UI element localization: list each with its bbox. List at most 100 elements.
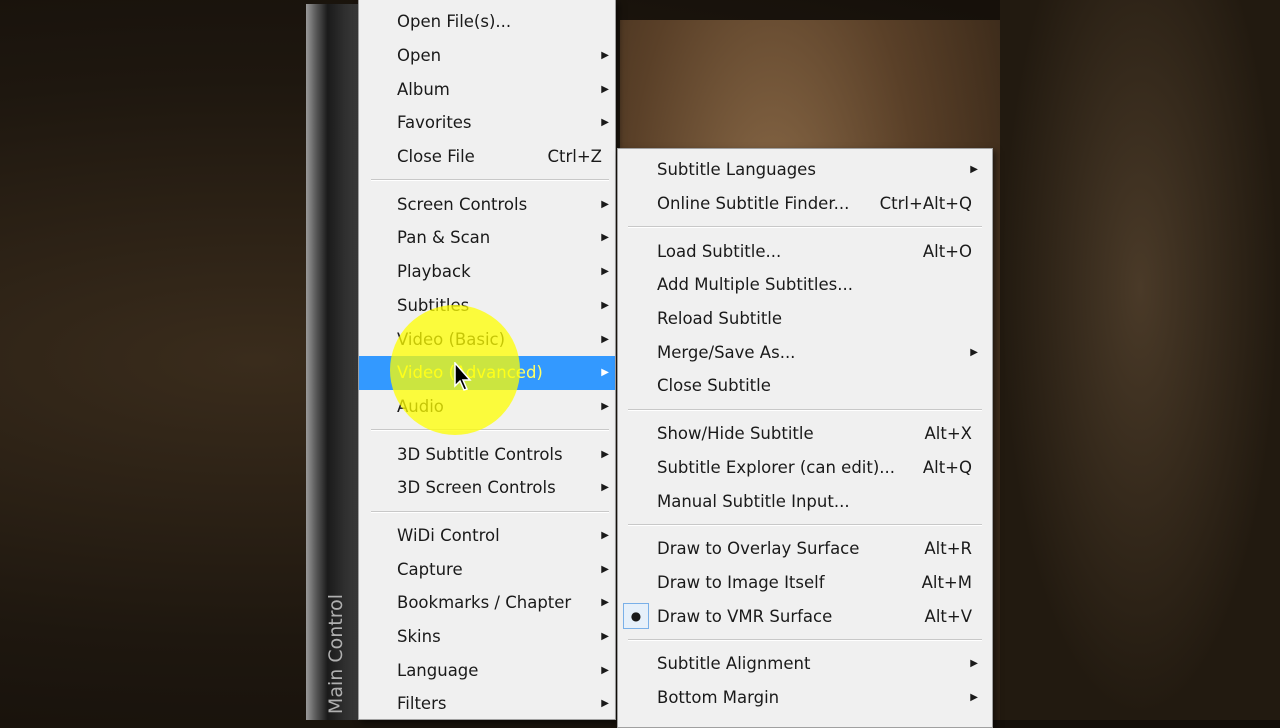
- menu-item-merge-save-as[interactable]: Merge/Save As... ▶: [618, 335, 992, 369]
- menu-item-label: Merge/Save As...: [657, 342, 796, 362]
- submenu-arrow-icon: ▶: [601, 631, 609, 643]
- menu-item-language[interactable]: Language ▶: [359, 653, 615, 687]
- submenu-arrow-icon: ▶: [601, 698, 609, 710]
- menu-item-filters[interactable]: Filters ▶: [359, 687, 615, 721]
- submenu-arrow-icon: ▶: [601, 50, 609, 62]
- menu-item-video-basic[interactable]: Video (Basic) ▶: [359, 322, 615, 356]
- menu-item-album[interactable]: Album ▶: [359, 72, 615, 106]
- menu-item-bottom-margin[interactable]: Bottom Margin ▶: [618, 681, 992, 715]
- menu-item-label: Capture: [397, 559, 463, 579]
- submenu-arrow-icon: ▶: [970, 691, 978, 703]
- menu-separator: [618, 403, 992, 417]
- submenu-arrow-icon: ▶: [601, 400, 609, 412]
- menu-item-label: Playback: [397, 262, 471, 282]
- submenu-arrow-icon: ▶: [970, 658, 978, 670]
- menu-item-label: WiDi Control: [397, 525, 500, 545]
- menu-item-label: Draw to VMR Surface: [657, 606, 833, 626]
- menu-item-draw-to-overlay-surface[interactable]: Draw to Overlay Surface Alt+R: [618, 532, 992, 566]
- menu-item-label: Video (Basic): [397, 329, 506, 349]
- context-menu: Open File(s)... Open ▶ Album ▶ Favorites ▶ Clos…: [358, 0, 616, 720]
- menu-item-label: Pan & Scan: [397, 228, 491, 248]
- menu-item-playback[interactable]: Playback ▶: [359, 255, 615, 289]
- menu-item-load-subtitle[interactable]: Load Subtitle... Alt+O: [618, 234, 992, 268]
- menu-separator: [359, 423, 615, 437]
- menu-item-label: 3D Subtitle Controls: [397, 444, 563, 464]
- video-background: [1000, 0, 1280, 720]
- menu-item-label: Subtitle Explorer (can edit)...: [657, 457, 896, 477]
- menu-item-draw-to-vmr-surface[interactable]: ● Draw to VMR Surface Alt+V: [618, 599, 992, 633]
- menu-item-label: Filters: [397, 694, 447, 714]
- submenu-arrow-icon: ▶: [601, 333, 609, 345]
- submenu-arrow-icon: ▶: [601, 529, 609, 541]
- menu-item-shortcut: Ctrl+Alt+Q: [879, 194, 972, 214]
- menu-separator: [359, 505, 615, 519]
- menu-item-manual-subtitle-input[interactable]: Manual Subtitle Input...: [618, 484, 992, 518]
- menu-item-shortcut: Alt+Q: [922, 457, 972, 477]
- menu-item-label: Close File: [397, 147, 475, 167]
- menu-item-label: 3D Screen Controls: [397, 478, 556, 498]
- menu-item-label: Add Multiple Subtitles...: [657, 275, 853, 295]
- menu-item-skins[interactable]: Skins ▶: [359, 620, 615, 654]
- mouse-cursor-icon: [454, 362, 472, 391]
- menu-item-label: Subtitle Languages: [657, 160, 816, 180]
- menu-item-label: Bookmarks / Chapter: [397, 593, 572, 613]
- menu-item-label: Manual Subtitle Input...: [657, 491, 850, 511]
- menu-item-subtitle-languages[interactable]: Subtitle Languages ▶: [618, 153, 992, 187]
- submenu-arrow-icon: ▶: [601, 482, 609, 494]
- submenu-arrow-icon: ▶: [970, 164, 978, 176]
- submenu-arrow-icon: ▶: [601, 664, 609, 676]
- menu-item-3d-screen-controls[interactable]: 3D Screen Controls ▶: [359, 471, 615, 505]
- menu-item-label: Bottom Margin: [657, 687, 780, 707]
- menu-item-online-subtitle-finder[interactable]: Online Subtitle Finder... Ctrl+Alt+Q: [618, 187, 992, 221]
- menu-item-label: Draw to Overlay Surface: [657, 539, 860, 559]
- submenu-arrow-icon: ▶: [601, 232, 609, 244]
- menu-item-label: Favorites: [397, 113, 472, 133]
- radio-checked-icon: ●: [623, 603, 649, 630]
- menu-separator: [618, 633, 992, 647]
- menu-item-label: Load Subtitle...: [657, 241, 782, 261]
- menu-item-label: Skins: [397, 627, 441, 647]
- menu-item-capture[interactable]: Capture ▶: [359, 552, 615, 586]
- menu-item-close-file[interactable]: Close File Ctrl+Z: [359, 140, 615, 174]
- submenu-arrow-icon: ▶: [601, 83, 609, 95]
- menu-separator: [618, 518, 992, 532]
- menu-item-label: Language: [397, 660, 479, 680]
- submenu-arrow-icon: ▶: [970, 346, 978, 358]
- menu-item-open-file-s[interactable]: Open File(s)...: [359, 5, 615, 39]
- menu-item-label: Subtitle Alignment: [657, 654, 811, 674]
- menu-item-shortcut: Alt+M: [921, 572, 972, 592]
- sidebar-label: Main Control: [325, 593, 347, 714]
- menu-item-draw-to-image-itself[interactable]: Draw to Image Itself Alt+M: [618, 566, 992, 600]
- menu-item-label: Draw to Image Itself: [657, 572, 825, 592]
- menu-item-screen-controls[interactable]: Screen Controls ▶: [359, 187, 615, 221]
- menu-item-subtitle-explorer-can-edit[interactable]: Subtitle Explorer (can edit)... Alt+Q: [618, 451, 992, 485]
- menu-item-label: Subtitles: [397, 295, 470, 315]
- menu-item-shortcut: Alt+O: [922, 241, 972, 261]
- menu-item-label: Reload Subtitle: [657, 309, 783, 329]
- menu-item-open[interactable]: Open ▶: [359, 39, 615, 73]
- menu-item-pan-scan[interactable]: Pan & Scan ▶: [359, 221, 615, 255]
- menu-item-widi-control[interactable]: WiDi Control ▶: [359, 519, 615, 553]
- menu-item-subtitle-alignment[interactable]: Subtitle Alignment ▶: [618, 647, 992, 681]
- menu-item-video-advanced[interactable]: Video (Advanced) ▶: [359, 355, 615, 390]
- menu-item-label: Open File(s)...: [397, 12, 512, 32]
- menu-item-subtitles[interactable]: Subtitles ▶: [359, 289, 615, 323]
- submenu-arrow-icon: ▶: [601, 266, 609, 278]
- menu-item-audio[interactable]: Audio ▶: [359, 390, 615, 424]
- menu-item-add-multiple-subtitles[interactable]: Add Multiple Subtitles...: [618, 268, 992, 302]
- submenu-arrow-icon: ▶: [601, 117, 609, 129]
- main-control-sidebar: Main Control: [306, 4, 360, 720]
- menu-item-favorites[interactable]: Favorites ▶: [359, 106, 615, 140]
- menu-item-close-subtitle[interactable]: Close Subtitle: [618, 369, 992, 403]
- submenu-arrow-icon: ▶: [601, 448, 609, 460]
- menu-item-label: Show/Hide Subtitle: [657, 424, 814, 444]
- submenu-arrow-icon: ▶: [601, 198, 609, 210]
- menu-item-show-hide-subtitle[interactable]: Show/Hide Subtitle Alt+X: [618, 417, 992, 451]
- menu-item-3d-subtitle-controls[interactable]: 3D Subtitle Controls ▶: [359, 437, 615, 471]
- submenu-arrow-icon: ▶: [601, 299, 609, 311]
- menu-item-bookmarks-chapter[interactable]: Bookmarks / Chapter ▶: [359, 586, 615, 620]
- menu-item-label: Open: [397, 46, 442, 66]
- menu-item-shortcut: Ctrl+Z: [547, 147, 603, 167]
- menu-separator: [359, 173, 615, 187]
- menu-item-reload-subtitle[interactable]: Reload Subtitle: [618, 302, 992, 336]
